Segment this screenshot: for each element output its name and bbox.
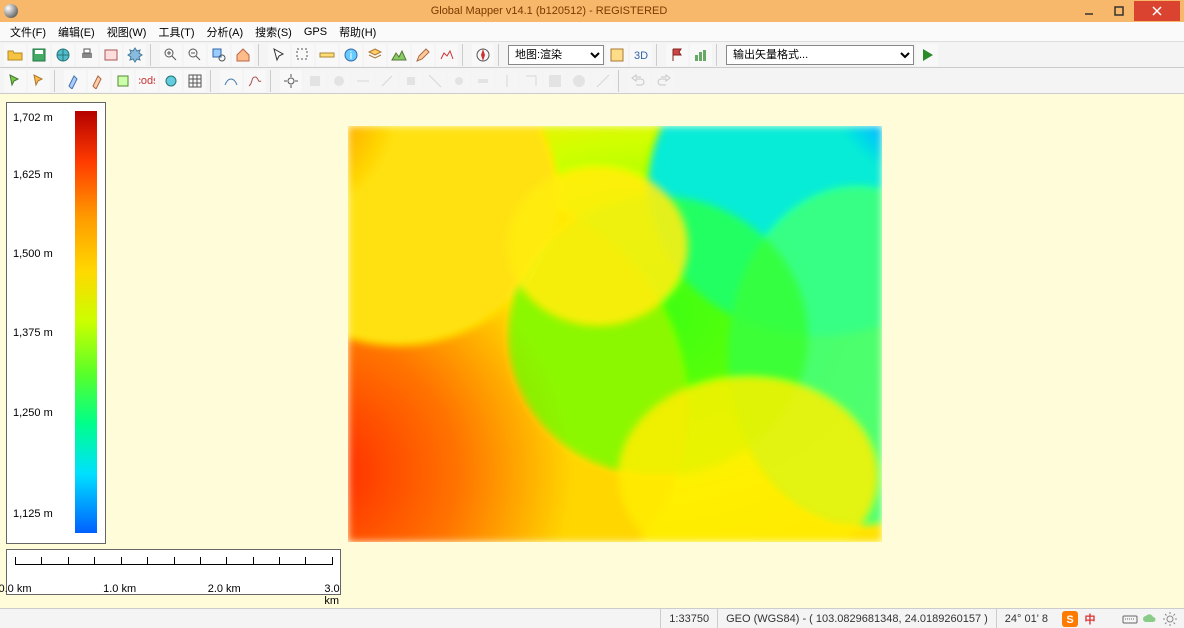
config-button[interactable] [124,44,146,66]
legend-label: 1,375 m [13,327,53,339]
svg-text:3D: 3D [634,50,648,62]
undo-button [628,70,650,92]
status-coordinate: 24° 01' 8 [996,609,1056,628]
ime-sogou-icon[interactable]: S [1062,611,1078,627]
cloud-icon[interactable] [1142,611,1158,627]
menu-edit[interactable]: 编辑(E) [52,22,101,42]
render-mode-select[interactable]: 地图:渲染 [508,45,604,65]
moon-icon[interactable] [1102,611,1118,627]
svg-text:i: i [350,50,352,62]
legend-color-bar [75,111,97,533]
tool-disabled-7 [448,70,470,92]
svg-text:S: S [1066,614,1073,626]
zoom-out-button[interactable] [184,44,206,66]
edit-line-button[interactable] [88,70,110,92]
save-button[interactable] [28,44,50,66]
flag-button[interactable] [666,44,688,66]
scale-label: 2.0 km [208,583,241,595]
trace-button[interactable] [220,70,242,92]
app-icon [4,4,18,18]
scale-label: 0.0 km [0,583,32,595]
svg-text:cods: cods [139,75,155,87]
terrain-button[interactable] [388,44,410,66]
keyboard-icon[interactable] [1122,611,1138,627]
grid-button[interactable] [184,70,206,92]
scale-label: 3.0 km [324,583,339,607]
tool-disabled-11 [544,70,566,92]
zoom-select-button[interactable] [208,44,230,66]
map-view[interactable] [348,126,882,542]
minimize-button[interactable] [1074,1,1104,21]
menu-search[interactable]: 搜索(S) [249,22,298,42]
menu-tools[interactable]: 工具(T) [152,22,200,42]
tool-disabled-5 [400,70,422,92]
status-projection: GEO (WGS84) - ( 103.0829681348, 24.01892… [717,609,996,628]
legend-label: 1,250 m [13,407,53,419]
world-button[interactable] [160,70,182,92]
menu-help[interactable]: 帮助(H) [333,22,382,42]
maximize-button[interactable] [1104,1,1134,21]
status-scale: 1:33750 [660,609,717,628]
path-profile-button[interactable] [436,44,458,66]
shader-options-button[interactable] [606,44,628,66]
tool-disabled-1 [304,70,326,92]
digitize-point-button[interactable] [4,70,26,92]
legend-label: 1,500 m [13,248,53,260]
redo-button [652,70,674,92]
run-export-button[interactable] [916,44,938,66]
tool-disabled-13 [592,70,614,92]
status-bar: 1:33750 GEO (WGS84) - ( 103.0829681348, … [0,608,1184,628]
tool-disabled-10 [520,70,542,92]
window-title: Global Mapper v14.1 (b120512) - REGISTER… [24,5,1074,17]
menu-bar: 文件(F) 编辑(E) 视图(W) 工具(T) 分析(A) 搜索(S) GPS … [0,22,1184,42]
edit-area-button[interactable] [112,70,134,92]
menu-file[interactable]: 文件(F) [4,22,52,42]
tool-disabled-12 [568,70,590,92]
measure-button[interactable] [316,44,338,66]
compass-button[interactable] [472,44,494,66]
elevation-legend: 1,702 m 1,625 m 1,500 m 1,375 m 1,250 m … [6,102,106,544]
edit-vertex-button[interactable] [64,70,86,92]
tool-disabled-2 [328,70,350,92]
close-button[interactable] [1134,1,1180,21]
menu-view[interactable]: 视图(W) [101,22,153,42]
pencil-button[interactable] [412,44,434,66]
legend-label: 1,125 m [13,508,53,520]
toolbar-row-1: i 地图:渲染 3D 输出矢量格式... [0,42,1184,68]
legend-label: 1,702 m [13,112,53,124]
globe-button[interactable] [52,44,74,66]
toolbar-row-2: cods [0,68,1184,94]
system-tray: S 中 [1056,611,1184,627]
tool-disabled-4 [376,70,398,92]
export-format-select[interactable]: 输出矢量格式... [726,45,914,65]
select-rect-button[interactable] [292,44,314,66]
workspace[interactable]: 1,702 m 1,625 m 1,500 m 1,375 m 1,250 m … [0,94,1184,608]
open-button[interactable] [4,44,26,66]
settings-icon[interactable] [1162,611,1178,627]
ime-lang-icon[interactable]: 中 [1082,611,1098,627]
title-bar: Global Mapper v14.1 (b120512) - REGISTER… [0,0,1184,22]
coords-button[interactable]: cods [136,70,158,92]
pointer-button[interactable] [268,44,290,66]
digitize-line-button[interactable] [28,70,50,92]
tool-disabled-3 [352,70,374,92]
print-button[interactable] [76,44,98,66]
scale-label: 1.0 km [103,583,136,595]
tool-disabled-8 [472,70,494,92]
legend-label: 1,625 m [13,169,53,181]
zoom-in-button[interactable] [160,44,182,66]
control-center-button[interactable] [100,44,122,66]
menu-gps[interactable]: GPS [298,24,333,40]
tool-disabled-9 [496,70,518,92]
snap-button[interactable] [280,70,302,92]
layers-button[interactable] [364,44,386,66]
chart-button[interactable] [690,44,712,66]
scale-bar: 0.0 km 1.0 km 2.0 km 3.0 km [6,549,341,595]
freehand-button[interactable] [244,70,266,92]
feature-info-button[interactable]: i [340,44,362,66]
home-button[interactable] [232,44,254,66]
tool-disabled-6 [424,70,446,92]
menu-analysis[interactable]: 分析(A) [200,22,249,42]
view-3d-button[interactable]: 3D [630,44,652,66]
